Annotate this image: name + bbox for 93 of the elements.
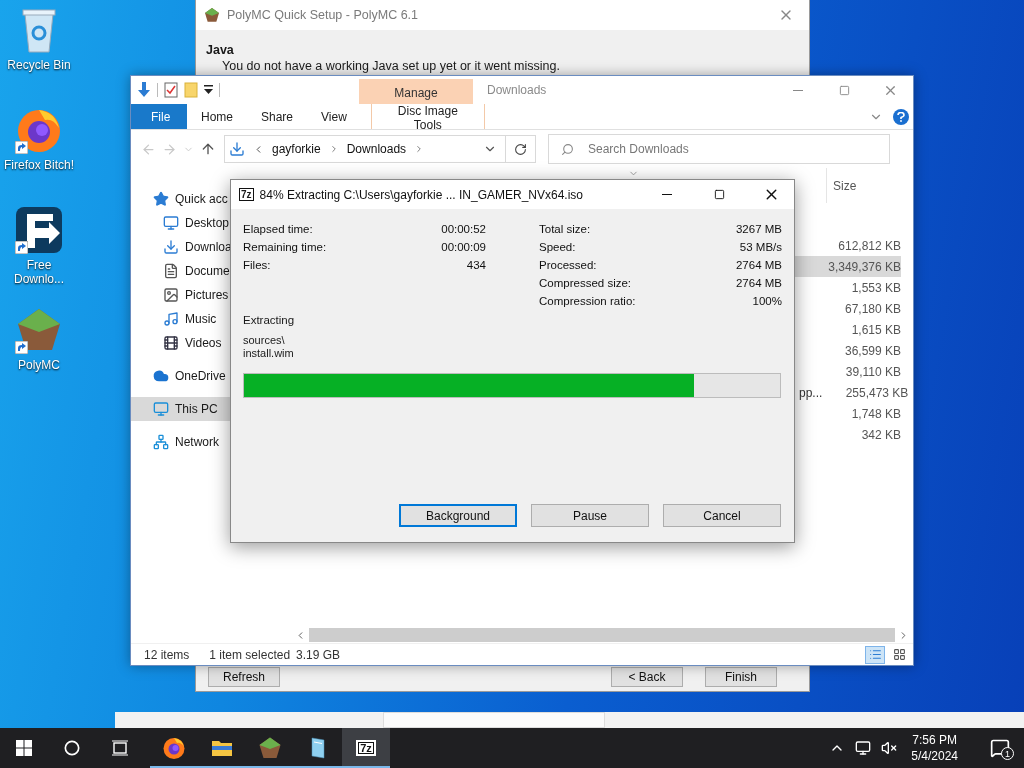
download-icon — [163, 239, 179, 255]
file-size-text: 342 KB — [861, 427, 901, 442]
maximize-icon — [838, 84, 850, 96]
stat-value: 3267 MB — [735, 223, 782, 235]
dialog-button[interactable]: Cancel — [663, 504, 781, 527]
file-type-text: pp... — [799, 385, 823, 400]
star-icon — [153, 191, 169, 207]
download-icon — [229, 141, 245, 157]
operation-text: Extracting — [243, 313, 296, 328]
desktop-icon — [163, 215, 179, 231]
clock-date[interactable]: 5/4/2024 — [911, 748, 958, 764]
network-icon[interactable] — [855, 740, 872, 756]
minimize-icon — [793, 89, 803, 91]
stat-label: Files: — [243, 259, 271, 271]
details-view-button[interactable] — [865, 645, 885, 664]
stat-value: 2764 MB — [735, 259, 782, 271]
computer-icon — [153, 401, 169, 417]
firefox-icon — [162, 736, 186, 760]
scrollbar-thumb[interactable] — [309, 628, 895, 642]
file-size-text: 36,599 KB — [844, 343, 901, 358]
properties-icon[interactable] — [164, 82, 178, 98]
file-size-text: 255,473 KB — [845, 385, 909, 400]
stat-label: Compressed size: — [539, 277, 632, 289]
selection-text: 1 item selected — [209, 647, 291, 662]
stat-label: Speed: — [539, 241, 576, 253]
network-icon — [153, 434, 169, 450]
stat-label: Compression ratio: — [539, 295, 636, 307]
notification-icon — [990, 738, 1010, 758]
stat-label: Elapsed time: — [243, 223, 313, 235]
refresh-icon — [514, 142, 527, 156]
file-size-text: 1,748 KB — [851, 406, 901, 421]
polymc-icon — [258, 736, 282, 760]
grid-icon — [892, 648, 906, 661]
search-icon — [561, 142, 574, 156]
cloud-icon — [153, 368, 169, 384]
address-bar[interactable]: gayforkie Downloads — [224, 135, 506, 163]
list-icon — [868, 648, 882, 661]
picture-icon — [163, 287, 179, 303]
ribbon-tab[interactable]: Disc Image Tools — [370, 104, 485, 129]
notification-count: 1 — [1001, 747, 1014, 760]
windows-logo-icon — [16, 740, 32, 756]
stat-value: 434 — [466, 259, 486, 271]
dialog-button[interactable]: Finish — [705, 667, 777, 687]
dropdown-icon[interactable] — [204, 85, 213, 95]
refresh-button[interactable] — [506, 135, 536, 163]
search-input[interactable]: Search Downloads — [586, 141, 850, 157]
stat-value: 2764 MB — [735, 277, 782, 289]
file-path-text: install.wim — [243, 347, 295, 360]
breadcrumb-item[interactable]: Downloads — [346, 142, 407, 156]
stat-label: Remaining time: — [243, 241, 327, 253]
item-count-text: 12 items — [144, 647, 190, 662]
polymc-icon — [204, 7, 220, 23]
task-view-icon — [111, 740, 129, 756]
window-title: Downloads — [487, 83, 547, 97]
file-size-text: 1,615 KB — [851, 322, 901, 337]
app-badge: 7z — [356, 740, 376, 756]
help-icon[interactable] — [893, 108, 909, 125]
dialog-button[interactable]: Refresh — [208, 667, 280, 687]
section-heading: Java — [206, 42, 235, 58]
ribbon-context-header: Manage — [359, 79, 473, 104]
window-title: PolyMC Quick Setup - PolyMC 6.1 — [227, 8, 420, 22]
download-manager-icon — [15, 206, 63, 254]
notification-button[interactable]: 1 — [982, 728, 1018, 768]
stat-value: 00:00:52 — [441, 223, 486, 235]
stat-value: 100% — [752, 295, 782, 307]
search-box[interactable]: Search Downloads — [548, 134, 890, 164]
stat-value: 53 MB/s — [739, 241, 782, 253]
column-header[interactable]: Size — [826, 168, 906, 203]
muted-speaker-icon[interactable] — [881, 740, 898, 756]
dialog-button[interactable]: Pause — [531, 504, 649, 527]
circle-icon — [64, 740, 80, 756]
minimize-icon — [662, 194, 672, 195]
music-note-icon — [163, 311, 179, 327]
window-title: 84% Extracting C:\Users\gayforkie ... IN_GAMER_NVx64.iso — [259, 187, 584, 202]
dialog-button[interactable]: Background — [399, 504, 517, 527]
app-badge: 7z — [239, 188, 254, 201]
clock-time[interactable]: 7:56 PM — [912, 732, 957, 748]
stat-label: Total size: — [539, 223, 591, 235]
breadcrumb-item[interactable]: gayforkie — [272, 142, 321, 156]
file-path-text: sources\ — [243, 334, 286, 347]
document-icon — [163, 263, 179, 279]
message-text: You do not have a working Java set up yet or it went missing. — [221, 58, 561, 74]
maximize-icon — [713, 189, 725, 200]
stat-value: 00:00:09 — [441, 241, 486, 253]
dialog-button[interactable]: < Back — [611, 667, 683, 687]
taskbar-app-button[interactable]: 7z — [342, 728, 390, 768]
file-size-text: 39,110 KB — [845, 364, 901, 379]
download-arrow-icon[interactable] — [137, 82, 151, 98]
ribbon-tab[interactable]: File — [131, 104, 187, 129]
film-icon — [163, 335, 179, 351]
stat-label: Processed: — [539, 259, 597, 271]
selection-size-text: 3.19 GB — [296, 647, 341, 662]
file-size-text: 3,349,376 KB — [828, 259, 901, 274]
